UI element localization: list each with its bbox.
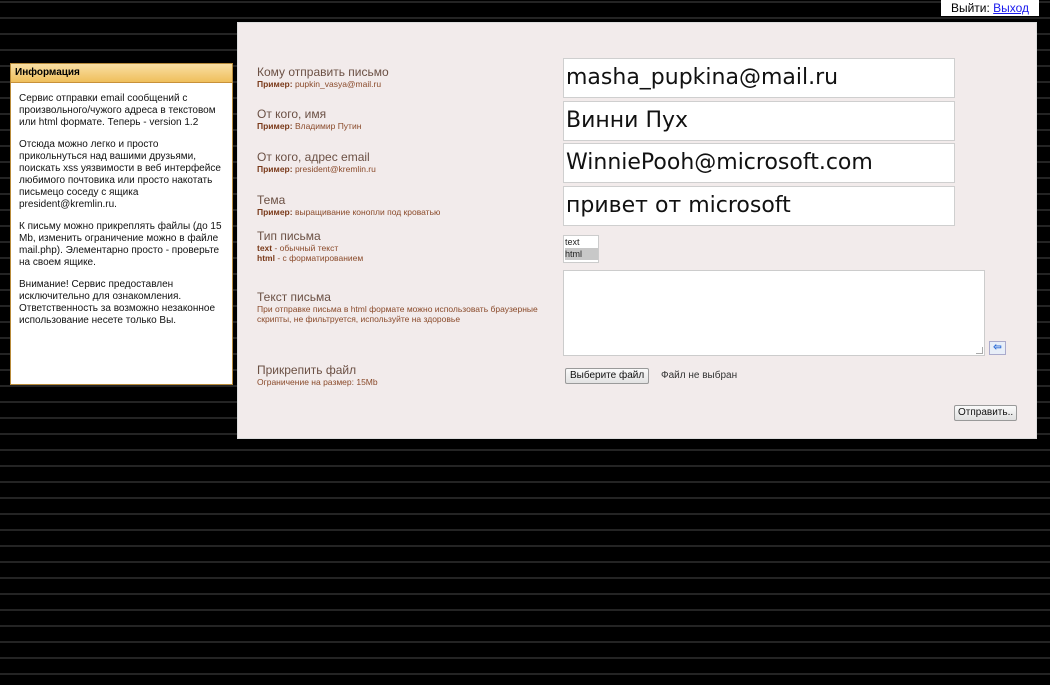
attach-hint: Ограничение на размер: 15Mb — [257, 377, 378, 387]
to-label-group: Кому отправить письмо Пример: pupkin_vas… — [257, 65, 389, 89]
body-hint: При отправке письма в html формате можно… — [257, 304, 538, 324]
from-email-input[interactable]: WinniePooh@microsoft.com — [563, 143, 955, 183]
type-label-group: Тип письма text - обычный текст html - с… — [257, 229, 363, 263]
from-email-label-group: От кого, адрес email Пример: president@k… — [257, 150, 376, 174]
info-title: Информация — [11, 64, 232, 83]
type-select[interactable]: text html — [563, 235, 599, 263]
info-paragraph: Внимание! Сервис предоставлен исключител… — [19, 279, 216, 326]
from-email-label: От кого, адрес email — [257, 150, 370, 164]
resize-grip-icon[interactable] — [976, 347, 983, 354]
logout-box: Выйти: Выход — [941, 0, 1039, 16]
to-example: Пример: pupkin_vasya@mail.ru — [257, 79, 382, 89]
info-paragraph: Сервис отправки email сообщений с произв… — [19, 93, 216, 128]
arrow-left-insert-icon[interactable]: ⇦ — [989, 341, 1006, 355]
from-name-label-group: От кого, имя Пример: Владимир Путин — [257, 107, 361, 131]
info-body: Сервис отправки email сообщений с произв… — [11, 83, 232, 327]
choose-file-button[interactable]: Выберите файл — [565, 368, 650, 384]
from-name-input[interactable]: Винни Пух — [563, 101, 955, 141]
body-label-group: Текст письма При отправке письма в html … — [257, 290, 557, 324]
body-textarea[interactable] — [563, 270, 985, 356]
type-option-html[interactable]: html — [565, 248, 598, 260]
subject-example: Пример: выращивание конопли под кроватью — [257, 207, 441, 217]
type-option-text[interactable]: text — [565, 236, 598, 248]
attach-label-group: Прикрепить файл Ограничение на размер: 1… — [257, 363, 378, 387]
subject-label-group: Тема Пример: выращивание конопли под кро… — [257, 193, 440, 217]
mail-form-panel: Кому отправить письмо Пример: pupkin_vas… — [237, 22, 1037, 439]
to-label: Кому отправить письмо — [257, 65, 389, 79]
from-name-label: От кого, имя — [257, 107, 327, 121]
from-email-example: Пример: president@kremlin.ru — [257, 164, 376, 174]
attach-label: Прикрепить файл — [257, 363, 357, 377]
type-label: Тип письма — [257, 229, 321, 243]
info-paragraph: К письму можно прикреплять файлы (до 15 … — [19, 221, 222, 268]
send-button[interactable]: Отправить.. — [954, 405, 1018, 421]
subject-label: Тема — [257, 193, 286, 207]
info-panel: Информация Сервис отправки email сообщен… — [10, 63, 233, 385]
type-text-desc: text - обычный текст — [257, 243, 339, 253]
file-status: Файл не выбран — [661, 370, 738, 381]
logout-prefix: Выйти: — [950, 1, 990, 15]
body-label: Текст письма — [257, 290, 331, 304]
to-input[interactable]: masha_pupkina@mail.ru — [563, 58, 955, 98]
from-name-example: Пример: Владимир Путин — [257, 121, 362, 131]
info-paragraph: Отсюда можно легко и просто прикольнутьс… — [19, 139, 221, 210]
logout-link[interactable]: Выход — [993, 1, 1029, 15]
type-html-desc: html - с форматированием — [257, 253, 364, 263]
subject-input[interactable]: привет от microsoft — [563, 186, 955, 226]
